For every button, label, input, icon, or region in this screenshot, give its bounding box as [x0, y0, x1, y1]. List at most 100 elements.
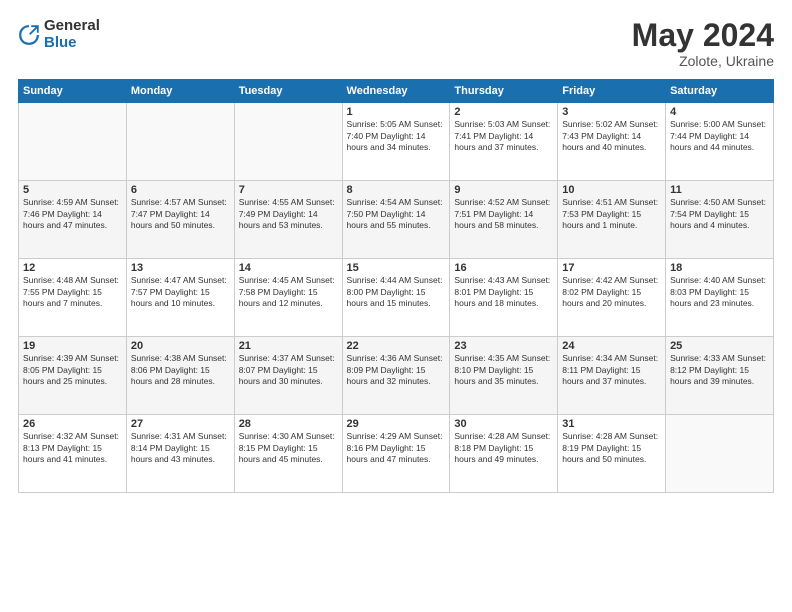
table-row: [126, 103, 234, 181]
table-row: 8Sunrise: 4:54 AM Sunset: 7:50 PM Daylig…: [342, 181, 450, 259]
header-wednesday: Wednesday: [342, 80, 450, 103]
day-info: Sunrise: 4:48 AM Sunset: 7:55 PM Dayligh…: [23, 275, 122, 309]
day-number: 29: [347, 418, 446, 430]
table-row: 22Sunrise: 4:36 AM Sunset: 8:09 PM Dayli…: [342, 337, 450, 415]
day-info: Sunrise: 4:38 AM Sunset: 8:06 PM Dayligh…: [131, 353, 230, 387]
day-info: Sunrise: 4:34 AM Sunset: 8:11 PM Dayligh…: [562, 353, 661, 387]
table-row: 18Sunrise: 4:40 AM Sunset: 8:03 PM Dayli…: [666, 259, 774, 337]
header-monday: Monday: [126, 80, 234, 103]
day-number: 12: [23, 262, 122, 274]
day-info: Sunrise: 4:51 AM Sunset: 7:53 PM Dayligh…: [562, 197, 661, 231]
day-info: Sunrise: 4:32 AM Sunset: 8:13 PM Dayligh…: [23, 431, 122, 465]
day-number: 31: [562, 418, 661, 430]
day-info: Sunrise: 4:50 AM Sunset: 7:54 PM Dayligh…: [670, 197, 769, 231]
table-row: 21Sunrise: 4:37 AM Sunset: 8:07 PM Dayli…: [234, 337, 342, 415]
day-info: Sunrise: 4:43 AM Sunset: 8:01 PM Dayligh…: [454, 275, 553, 309]
day-number: 27: [131, 418, 230, 430]
day-info: Sunrise: 4:42 AM Sunset: 8:02 PM Dayligh…: [562, 275, 661, 309]
table-row: 26Sunrise: 4:32 AM Sunset: 8:13 PM Dayli…: [19, 415, 127, 493]
table-row: [666, 415, 774, 493]
day-info: Sunrise: 4:35 AM Sunset: 8:10 PM Dayligh…: [454, 353, 553, 387]
calendar-title: May 2024: [632, 18, 774, 53]
day-number: 22: [347, 340, 446, 352]
day-info: Sunrise: 5:05 AM Sunset: 7:40 PM Dayligh…: [347, 119, 446, 153]
table-row: [19, 103, 127, 181]
day-info: Sunrise: 4:39 AM Sunset: 8:05 PM Dayligh…: [23, 353, 122, 387]
table-row: 5Sunrise: 4:59 AM Sunset: 7:46 PM Daylig…: [19, 181, 127, 259]
header-saturday: Saturday: [666, 80, 774, 103]
calendar-location: Zolote, Ukraine: [632, 53, 774, 69]
day-number: 6: [131, 184, 230, 196]
day-info: Sunrise: 4:59 AM Sunset: 7:46 PM Dayligh…: [23, 197, 122, 231]
table-row: 23Sunrise: 4:35 AM Sunset: 8:10 PM Dayli…: [450, 337, 558, 415]
table-row: 12Sunrise: 4:48 AM Sunset: 7:55 PM Dayli…: [19, 259, 127, 337]
table-row: 30Sunrise: 4:28 AM Sunset: 8:18 PM Dayli…: [450, 415, 558, 493]
day-number: 19: [23, 340, 122, 352]
calendar-week-row: 1Sunrise: 5:05 AM Sunset: 7:40 PM Daylig…: [19, 103, 774, 181]
day-number: 9: [454, 184, 553, 196]
table-row: 15Sunrise: 4:44 AM Sunset: 8:00 PM Dayli…: [342, 259, 450, 337]
table-row: 7Sunrise: 4:55 AM Sunset: 7:49 PM Daylig…: [234, 181, 342, 259]
day-number: 23: [454, 340, 553, 352]
header: General Blue May 2024 Zolote, Ukraine: [18, 18, 774, 69]
table-row: 2Sunrise: 5:03 AM Sunset: 7:41 PM Daylig…: [450, 103, 558, 181]
day-number: 8: [347, 184, 446, 196]
day-number: 21: [239, 340, 338, 352]
table-row: 14Sunrise: 4:45 AM Sunset: 7:58 PM Dayli…: [234, 259, 342, 337]
day-info: Sunrise: 4:55 AM Sunset: 7:49 PM Dayligh…: [239, 197, 338, 231]
day-number: 20: [131, 340, 230, 352]
table-row: 24Sunrise: 4:34 AM Sunset: 8:11 PM Dayli…: [558, 337, 666, 415]
day-number: 4: [670, 106, 769, 118]
day-info: Sunrise: 5:00 AM Sunset: 7:44 PM Dayligh…: [670, 119, 769, 153]
header-sunday: Sunday: [19, 80, 127, 103]
calendar-week-row: 26Sunrise: 4:32 AM Sunset: 8:13 PM Dayli…: [19, 415, 774, 493]
table-row: 16Sunrise: 4:43 AM Sunset: 8:01 PM Dayli…: [450, 259, 558, 337]
table-row: 25Sunrise: 4:33 AM Sunset: 8:12 PM Dayli…: [666, 337, 774, 415]
table-row: 28Sunrise: 4:30 AM Sunset: 8:15 PM Dayli…: [234, 415, 342, 493]
day-info: Sunrise: 4:47 AM Sunset: 7:57 PM Dayligh…: [131, 275, 230, 309]
day-info: Sunrise: 4:57 AM Sunset: 7:47 PM Dayligh…: [131, 197, 230, 231]
day-info: Sunrise: 4:33 AM Sunset: 8:12 PM Dayligh…: [670, 353, 769, 387]
day-number: 16: [454, 262, 553, 274]
day-number: 2: [454, 106, 553, 118]
calendar-week-row: 5Sunrise: 4:59 AM Sunset: 7:46 PM Daylig…: [19, 181, 774, 259]
table-row: 11Sunrise: 4:50 AM Sunset: 7:54 PM Dayli…: [666, 181, 774, 259]
table-row: 17Sunrise: 4:42 AM Sunset: 8:02 PM Dayli…: [558, 259, 666, 337]
day-info: Sunrise: 4:37 AM Sunset: 8:07 PM Dayligh…: [239, 353, 338, 387]
table-row: 29Sunrise: 4:29 AM Sunset: 8:16 PM Dayli…: [342, 415, 450, 493]
day-info: Sunrise: 5:03 AM Sunset: 7:41 PM Dayligh…: [454, 119, 553, 153]
day-number: 15: [347, 262, 446, 274]
table-row: 13Sunrise: 4:47 AM Sunset: 7:57 PM Dayli…: [126, 259, 234, 337]
table-row: 10Sunrise: 4:51 AM Sunset: 7:53 PM Dayli…: [558, 181, 666, 259]
day-info: Sunrise: 4:36 AM Sunset: 8:09 PM Dayligh…: [347, 353, 446, 387]
day-info: Sunrise: 4:40 AM Sunset: 8:03 PM Dayligh…: [670, 275, 769, 309]
title-block: May 2024 Zolote, Ukraine: [632, 18, 774, 69]
day-info: Sunrise: 4:28 AM Sunset: 8:18 PM Dayligh…: [454, 431, 553, 465]
day-info: Sunrise: 4:44 AM Sunset: 8:00 PM Dayligh…: [347, 275, 446, 309]
header-tuesday: Tuesday: [234, 80, 342, 103]
day-number: 11: [670, 184, 769, 196]
day-number: 18: [670, 262, 769, 274]
day-info: Sunrise: 4:30 AM Sunset: 8:15 PM Dayligh…: [239, 431, 338, 465]
table-row: 27Sunrise: 4:31 AM Sunset: 8:14 PM Dayli…: [126, 415, 234, 493]
header-friday: Friday: [558, 80, 666, 103]
table-row: 4Sunrise: 5:00 AM Sunset: 7:44 PM Daylig…: [666, 103, 774, 181]
logo-blue-text: Blue: [44, 35, 100, 52]
day-number: 1: [347, 106, 446, 118]
table-row: 31Sunrise: 4:28 AM Sunset: 8:19 PM Dayli…: [558, 415, 666, 493]
logo-general-text: General: [44, 18, 100, 35]
calendar-week-row: 12Sunrise: 4:48 AM Sunset: 7:55 PM Dayli…: [19, 259, 774, 337]
table-row: 1Sunrise: 5:05 AM Sunset: 7:40 PM Daylig…: [342, 103, 450, 181]
table-row: [234, 103, 342, 181]
day-info: Sunrise: 4:29 AM Sunset: 8:16 PM Dayligh…: [347, 431, 446, 465]
day-number: 25: [670, 340, 769, 352]
day-number: 5: [23, 184, 122, 196]
day-number: 28: [239, 418, 338, 430]
calendar-table: Sunday Monday Tuesday Wednesday Thursday…: [18, 79, 774, 493]
logo-icon: [18, 24, 40, 46]
day-info: Sunrise: 4:45 AM Sunset: 7:58 PM Dayligh…: [239, 275, 338, 309]
table-row: 6Sunrise: 4:57 AM Sunset: 7:47 PM Daylig…: [126, 181, 234, 259]
day-info: Sunrise: 5:02 AM Sunset: 7:43 PM Dayligh…: [562, 119, 661, 153]
calendar-week-row: 19Sunrise: 4:39 AM Sunset: 8:05 PM Dayli…: [19, 337, 774, 415]
table-row: 19Sunrise: 4:39 AM Sunset: 8:05 PM Dayli…: [19, 337, 127, 415]
